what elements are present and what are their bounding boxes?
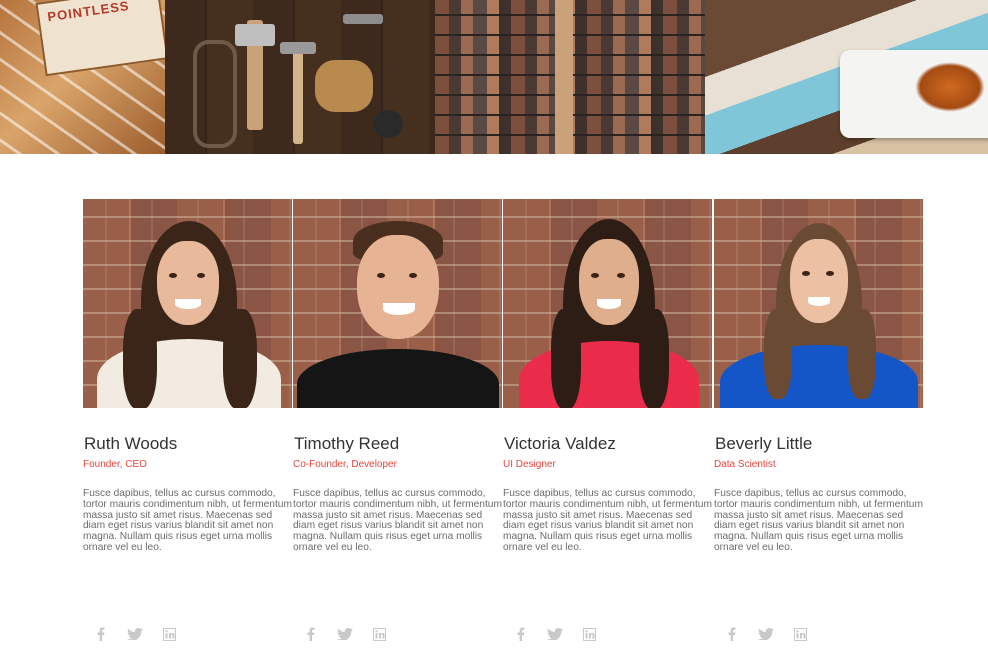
- team-member-card: Timothy Reed Co-Founder, Developer Fusce…: [293, 199, 503, 653]
- twitter-icon[interactable]: [337, 626, 353, 642]
- linkedin-icon[interactable]: [371, 626, 387, 642]
- facebook-icon[interactable]: [303, 626, 319, 642]
- hammer-head-shape: [280, 42, 316, 54]
- facebook-icon[interactable]: [93, 626, 109, 642]
- member-name: Beverly Little: [715, 434, 813, 453]
- team-member-card: Beverly Little Data Scientist Fusce dapi…: [714, 199, 924, 653]
- tongs-shape: [193, 40, 237, 148]
- twitter-icon[interactable]: [758, 626, 774, 642]
- member-name: Victoria Valdez: [504, 434, 616, 453]
- member-role: Founder, CEO: [83, 459, 147, 470]
- pencils-photo-sign: POINTLESS: [35, 0, 165, 77]
- member-social-links: [93, 626, 177, 642]
- gallery-photo-food[interactable]: [705, 0, 988, 154]
- gallery-photo-letterpress[interactable]: [435, 0, 705, 154]
- team-member-card: Victoria Valdez UI Designer Fusce dapibu…: [503, 199, 713, 653]
- facebook-icon[interactable]: [513, 626, 529, 642]
- member-bio: Fusce dapibus, tellus ac cursus commodo,…: [503, 488, 712, 553]
- member-social-links: [724, 626, 808, 642]
- member-social-links: [303, 626, 387, 642]
- member-name: Ruth Woods: [84, 434, 178, 453]
- member-bio: Fusce dapibus, tellus ac cursus commodo,…: [293, 488, 502, 553]
- food-shape: [915, 62, 985, 112]
- gloves-shape: [315, 60, 373, 112]
- team-section: Ruth Woods Founder, CEO Fusce dapibus, t…: [83, 199, 923, 653]
- hammer-shape: [293, 48, 303, 144]
- photo-gallery-strip: POINTLESS: [0, 0, 988, 154]
- gallery-photo-tools[interactable]: [165, 0, 435, 154]
- member-bio: Fusce dapibus, tellus ac cursus commodo,…: [714, 488, 923, 553]
- linkedin-icon[interactable]: [792, 626, 808, 642]
- gallery-photo-pencils[interactable]: POINTLESS: [0, 0, 165, 154]
- member-photo: [83, 199, 292, 408]
- team-member-card: Ruth Woods Founder, CEO Fusce dapibus, t…: [83, 199, 293, 653]
- member-photo: [293, 199, 502, 408]
- member-role: UI Designer: [503, 459, 556, 470]
- letterpress-rail: [555, 0, 573, 154]
- sign-text: POINTLESS: [46, 0, 131, 25]
- linkedin-icon[interactable]: [581, 626, 597, 642]
- member-name: Timothy Reed: [294, 434, 400, 453]
- twitter-icon[interactable]: [127, 626, 143, 642]
- member-bio: Fusce dapibus, tellus ac cursus commodo,…: [83, 488, 292, 553]
- member-photo: [503, 199, 712, 408]
- member-role: Data Scientist: [714, 459, 776, 470]
- member-social-links: [513, 626, 597, 642]
- hatchet-head-shape: [235, 24, 275, 46]
- twitter-icon[interactable]: [547, 626, 563, 642]
- facebook-icon[interactable]: [724, 626, 740, 642]
- wrench-shape: [343, 14, 383, 24]
- mug-shape: [373, 110, 403, 138]
- linkedin-icon[interactable]: [161, 626, 177, 642]
- member-photo: [714, 199, 923, 408]
- page: POINTLESS Ruth Woods Founder, CEO Fusce …: [0, 0, 988, 653]
- member-role: Co-Founder, Developer: [293, 459, 397, 470]
